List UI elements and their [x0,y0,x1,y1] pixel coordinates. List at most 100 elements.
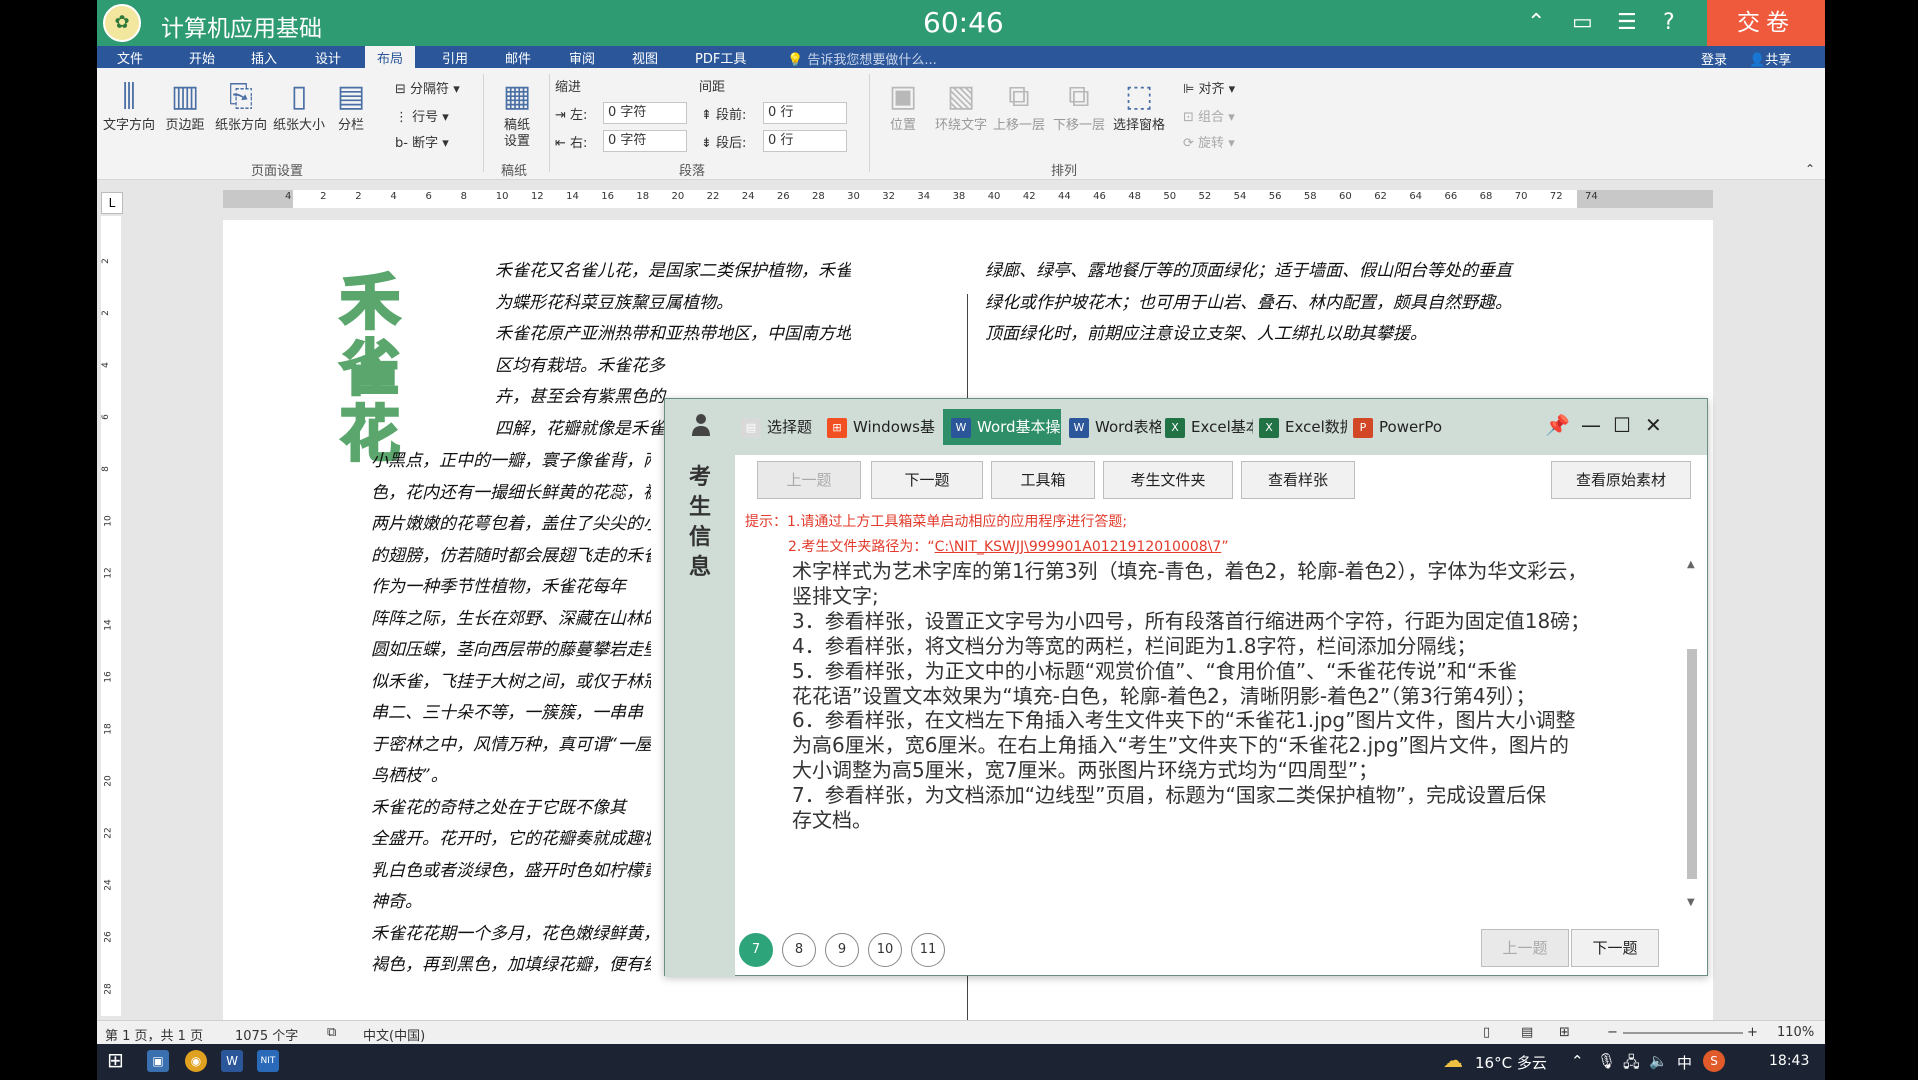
send-backward-button[interactable]: ⧉ 下移一层 [1051,76,1107,134]
language-indicator[interactable]: 中文(中国) [363,1025,425,1044]
tab-home[interactable]: 开始 [189,48,215,67]
zoom-out-icon[interactable]: − [1607,1025,1618,1040]
tell-me-search[interactable]: 💡 告诉我您想要做什么... [787,49,937,68]
login-link[interactable]: 登录 [1701,49,1727,68]
tab-insert[interactable]: 插入 [251,48,277,67]
space-after-input[interactable]: 0 行 [763,130,847,152]
submit-exam-button[interactable]: 交卷 [1707,0,1825,46]
tab-file[interactable]: 文件 [117,48,143,67]
tray-chevron-icon[interactable]: ⌃ [1571,1052,1584,1070]
question-tab[interactable]: W Word基本操作 [943,409,1061,445]
network-icon[interactable]: 🖧 [1623,1052,1640,1077]
scrollbar-thumb[interactable] [1687,649,1697,879]
scroll-down-icon[interactable]: ▼ [1687,897,1695,908]
prev-question-button[interactable]: 上一题 [757,461,861,499]
question-tab[interactable]: X Excel数据 [1259,409,1347,445]
bottom-prev-button[interactable]: 上一题 [1481,929,1569,967]
margins-button[interactable]: ▥ 页边距 [157,76,213,134]
nit-exam-icon[interactable]: NIT [257,1050,279,1072]
collapse-ribbon-icon[interactable]: ⌃ [1805,162,1815,176]
ruler-tick-label: 62 [1374,191,1387,202]
proofing-icon[interactable]: ⧉ [327,1025,336,1040]
tab-selector[interactable]: L [101,192,123,214]
tab-references[interactable]: 引用 [442,48,468,67]
rotate-button[interactable]: ⟳ 旋转 ▾ [1183,132,1235,151]
position-button[interactable]: ▣ 位置 [875,76,931,134]
zoom-slider[interactable] [1623,1032,1743,1034]
maximize-icon[interactable]: ☐ [1613,413,1631,437]
chrome-icon[interactable]: ◉ [185,1050,207,1072]
scroll-up-icon[interactable]: ▲ [1687,559,1695,570]
window-icon[interactable]: ▭ [1572,10,1593,35]
tab-design[interactable]: 设计 [315,48,341,67]
print-layout-icon[interactable]: ▤ [1521,1025,1533,1040]
tab-mailings[interactable]: 邮件 [505,48,531,67]
view-sample-button[interactable]: 查看样张 [1241,461,1355,499]
wordart-title[interactable]: 禾 雀 花 [335,269,405,470]
toolbox-button[interactable]: 工具箱 [991,461,1095,499]
tab-pdf-tools[interactable]: PDF工具 [695,48,746,67]
volume-icon[interactable]: 🔈 [1649,1052,1668,1070]
columns-button[interactable]: ▤ 分栏 [323,76,379,134]
ime-indicator[interactable]: 中 [1677,1052,1692,1073]
list-icon[interactable]: ☰ [1617,10,1637,35]
question-scrollbar[interactable]: ▲ ▼ [1685,559,1699,909]
question-number-button[interactable]: 9 [825,933,859,967]
question-number-button[interactable]: 7 [739,933,773,967]
close-icon[interactable]: ✕ [1645,413,1662,437]
group-separator [869,74,870,172]
tab-view[interactable]: 视图 [632,48,658,67]
group-objects-button[interactable]: ⊡ 组合 ▾ [1183,106,1235,125]
question-number-button[interactable]: 11 [911,933,945,967]
zoom-in-icon[interactable]: + [1747,1025,1758,1040]
zoom-level[interactable]: 110% [1777,1025,1814,1040]
text-direction-button[interactable]: ⫼ 文字方向 [101,76,157,134]
windows-start-icon[interactable]: ⊞ [107,1048,124,1072]
space-before-input[interactable]: 0 行 [763,102,847,124]
web-layout-icon[interactable]: ⊞ [1559,1025,1570,1040]
weather-text[interactable]: 16°C 多云 [1475,1052,1547,1073]
pin-icon[interactable]: 📌 [1545,413,1570,437]
candidate-folder-button[interactable]: 考生文件夹 [1103,461,1233,499]
question-tab[interactable]: W Word表格 [1069,409,1161,445]
horizontal-ruler[interactable]: L 4 2 2 4 6 8 10 12 14 16 18 20 22 24 26 28 30 32 34 38 40 42… [97,180,1825,216]
word-taskbar-icon[interactable]: W [221,1050,243,1072]
question-number-button[interactable]: 10 [868,933,902,967]
tab-review[interactable]: 审阅 [569,48,595,67]
orientation-button[interactable]: ⎘ 纸张方向 [213,76,269,134]
taskbar-app-icon[interactable]: ▣ [147,1050,169,1072]
align-button[interactable]: ⊫ 对齐 ▾ [1183,78,1235,97]
question-tab[interactable]: X Excel基本 [1165,409,1253,445]
help-icon[interactable]: ? [1663,10,1675,35]
share-button[interactable]: 👤共享 [1749,49,1791,68]
view-original-button[interactable]: 查看原始素材 [1551,461,1691,499]
minimize-icon[interactable]: — [1581,413,1601,437]
wrap-text-button[interactable]: ▧ 环绕文字 [933,76,989,134]
draft-paper-button[interactable]: ▦ 稿纸 设置 [489,76,545,150]
indent-left-input[interactable]: 0 字符 [603,102,687,124]
next-question-button[interactable]: 下一题 [871,461,983,499]
sogou-icon[interactable]: S [1703,1050,1725,1072]
bring-forward-button[interactable]: ⧉ 上移一层 [991,76,1047,134]
ruler-tick-label: 70 [1514,191,1528,202]
microphone-icon[interactable]: 🎙 [1597,1052,1616,1070]
size-button[interactable]: ▯ 纸张大小 [271,76,327,134]
tab-layout[interactable]: 布局 [365,46,416,68]
question-number-button[interactable]: 8 [782,933,816,967]
candidate-info-sidebar[interactable]: 考 生 信 息 [665,399,735,977]
selection-pane-button[interactable]: ⬚ 选择窗格 [1111,76,1167,134]
breaks-button[interactable]: ⊟ 分隔符 ▾ [395,78,460,97]
indent-right-input[interactable]: 0 字符 [603,130,687,152]
line-numbers-button[interactable]: ⋮ 行号 ▾ [395,106,449,125]
clock[interactable]: 18:43 [1769,1053,1809,1069]
word-count[interactable]: 1075 个字 [235,1025,298,1044]
question-tab[interactable]: ▤ 选择题 [741,409,821,445]
question-tab[interactable]: P PowerPoi [1353,409,1443,445]
page-count[interactable]: 第 1 页，共 1 页 [105,1025,203,1044]
collapse-up-icon[interactable]: ⌃ [1527,10,1545,35]
bottom-next-button[interactable]: 下一题 [1571,929,1659,967]
read-mode-icon[interactable]: ▯ [1483,1025,1490,1040]
hyphenation-button[interactable]: b- 断字 ▾ [395,132,449,151]
candidate-folder-path-link[interactable]: C:\NIT_KSWJJ\999901A0121912010008\7 [935,539,1222,555]
question-tab[interactable]: ⊞ Windows基 [827,409,935,445]
